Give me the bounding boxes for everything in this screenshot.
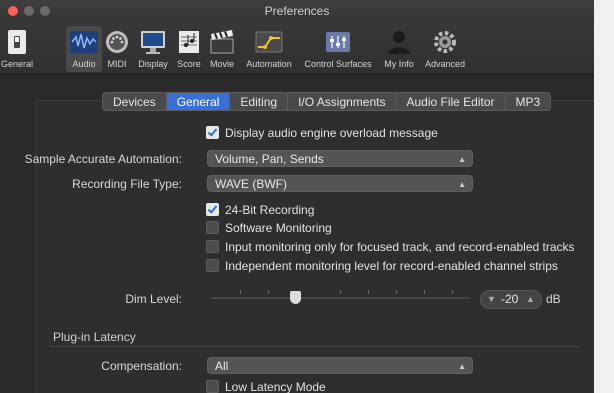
display-monitor-icon (141, 31, 165, 54)
toolbar-display[interactable]: Display (134, 26, 172, 72)
preferences-window: Preferences General Audio MIDI Display S… (0, 0, 594, 393)
toolbar-score[interactable]: Score (174, 26, 204, 72)
toolbar-my-info[interactable]: My Info (378, 26, 420, 72)
checkbox-label: 24-Bit Recording (225, 203, 315, 217)
automation-curve-icon (255, 31, 283, 53)
checkbox-unchecked[interactable] (206, 259, 219, 272)
toolbar-movie[interactable]: Movie (206, 26, 238, 72)
chevron-updown-icon: ▲ (458, 155, 466, 164)
toolbar-label: Movie (209, 59, 234, 69)
preferences-toolbar: General Audio MIDI Display Score Movie A… (0, 22, 594, 75)
chevron-updown-icon: ▲ (458, 180, 466, 189)
tab-editing[interactable]: Editing (230, 93, 289, 110)
dim-level-slider-track[interactable] (211, 297, 470, 299)
slider-tick (368, 290, 369, 294)
compensation-select[interactable]: All ▲ (207, 357, 473, 374)
score-notes-icon (179, 31, 199, 53)
slider-tick (452, 290, 453, 294)
checkbox-unchecked[interactable] (206, 380, 219, 393)
slider-tick (340, 290, 341, 294)
checkbox-label: Input monitoring only for focused track,… (225, 240, 575, 254)
select-value: Volume, Pan, Sends (215, 152, 324, 166)
section-divider (50, 346, 580, 347)
decrement-icon[interactable]: ▼ (487, 294, 496, 304)
dim-level-stepper[interactable]: ▼ -20 ▲ (480, 290, 542, 309)
software-monitoring-checkbox[interactable]: Software Monitoring (206, 221, 332, 235)
control-surfaces-icon (326, 32, 350, 52)
gear-icon (434, 31, 456, 53)
toolbar-label: Control Surfaces (304, 59, 372, 69)
select-value: All (215, 359, 229, 373)
checkbox-label: Software Monitoring (225, 221, 332, 235)
slider-tick (268, 290, 269, 294)
chevron-updown-icon: ▲ (458, 362, 466, 371)
tab-io-assignments[interactable]: I/O Assignments (288, 93, 397, 110)
select-value: WAVE (BWF) (215, 177, 287, 191)
24bit-recording-checkbox[interactable]: 24-Bit Recording (206, 203, 314, 217)
user-silhouette-icon (388, 31, 410, 54)
tab-audio-file-editor[interactable]: Audio File Editor (396, 93, 506, 110)
checkbox-unchecked[interactable] (206, 240, 219, 253)
toolbar-label: MIDI (107, 59, 127, 69)
dim-level-slider-thumb[interactable] (290, 291, 301, 304)
toolbar-control-surfaces[interactable]: Control Surfaces (298, 26, 378, 72)
toolbar-midi[interactable]: MIDI (102, 26, 132, 72)
tab-general[interactable]: General (166, 93, 231, 110)
slider-tick (424, 290, 425, 294)
checkbox-label: Display audio engine overload message (225, 126, 438, 140)
recording-file-type-label: Recording File Type: (72, 177, 182, 191)
midi-connector-icon (106, 31, 128, 53)
window-title: Preferences (264, 4, 330, 18)
dim-level-label: Dim Level: (125, 292, 182, 306)
sample-accurate-label: Sample Accurate Automation: (24, 152, 182, 166)
movie-clapper-icon (210, 30, 234, 54)
checkbox-label: Independent monitoring level for record-… (225, 259, 558, 273)
sample-accurate-select[interactable]: Volume, Pan, Sends ▲ (207, 150, 473, 167)
checkbox-label: Low Latency Mode (225, 380, 326, 393)
toolbar-label: Score (177, 59, 201, 69)
checkbox-checked[interactable] (206, 203, 219, 216)
toolbar-label: Automation (246, 59, 292, 69)
compensation-label: Compensation: (101, 359, 182, 373)
toolbar-label: Advanced (424, 59, 466, 69)
recording-file-type-select[interactable]: WAVE (BWF) ▲ (207, 175, 473, 192)
low-latency-mode-checkbox[interactable]: Low Latency Mode (206, 380, 326, 393)
plugin-latency-heading: Plug-in Latency (53, 330, 136, 344)
toolbar-label: Audio (72, 59, 96, 69)
checkbox-unchecked[interactable] (206, 221, 219, 234)
dim-level-value: -20 (501, 292, 519, 306)
toolbar-label: My Info (384, 59, 414, 69)
increment-icon[interactable]: ▲ (526, 294, 535, 304)
dim-level-unit: dB (546, 292, 561, 306)
toolbar-label: General (0, 59, 34, 69)
independent-monitoring-checkbox[interactable]: Independent monitoring level for record-… (206, 259, 558, 273)
toolbar-automation[interactable]: Automation (240, 26, 298, 72)
title-bar: Preferences (0, 0, 594, 22)
tab-mp3[interactable]: MP3 (506, 93, 551, 110)
toolbar-audio[interactable]: Audio (66, 26, 102, 72)
audio-tabs: Devices General Editing I/O Assignments … (102, 92, 552, 111)
toolbar-general[interactable]: General (0, 26, 34, 72)
input-monitoring-checkbox[interactable]: Input monitoring only for focused track,… (206, 240, 575, 254)
general-switch-icon (8, 30, 26, 54)
tab-devices[interactable]: Devices (103, 93, 167, 110)
slider-tick (396, 290, 397, 294)
audio-waveform-icon (70, 31, 98, 53)
overload-message-checkbox[interactable]: Display audio engine overload message (206, 126, 438, 140)
toolbar-label: Display (138, 59, 168, 69)
checkbox-checked[interactable] (206, 126, 219, 139)
slider-tick (240, 290, 241, 294)
toolbar-advanced[interactable]: Advanced (420, 26, 470, 72)
